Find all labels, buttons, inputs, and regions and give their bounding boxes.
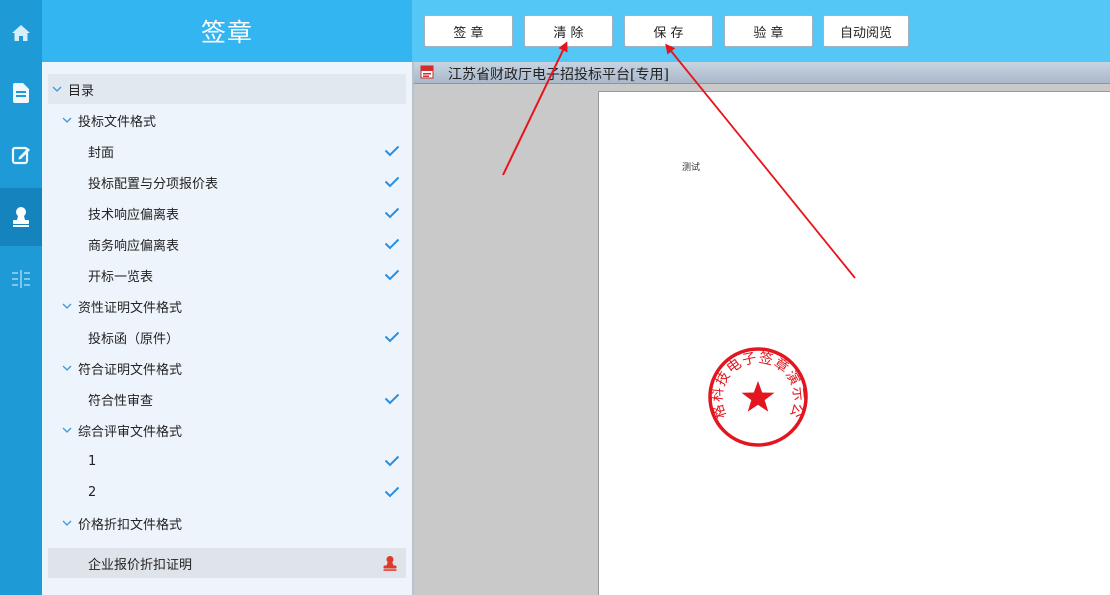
tree-item-2[interactable]: 2 bbox=[48, 477, 406, 507]
tree-item-business-deviation[interactable]: 商务响应偏离表 bbox=[48, 229, 406, 259]
tree-item-1[interactable]: 1 bbox=[48, 446, 406, 476]
tree-node-label: 符合证明文件格式 bbox=[78, 362, 183, 378]
tree-item-label: 投标函（原件） bbox=[88, 331, 180, 347]
pdf-icon bbox=[420, 65, 434, 79]
tree-item-label: 2 bbox=[88, 484, 97, 500]
tree-item-label: 技术响应偏离表 bbox=[88, 207, 180, 223]
tree-item-label: 1 bbox=[88, 453, 97, 469]
tree-item-label: 封面 bbox=[88, 145, 115, 161]
document-icon bbox=[13, 83, 29, 103]
auto-browse-button[interactable]: 自动阅览 bbox=[823, 15, 909, 47]
compare-icon bbox=[12, 270, 30, 288]
document-page[interactable] bbox=[598, 91, 1110, 595]
chevron-down-icon[interactable] bbox=[62, 365, 74, 372]
rail-edit-button[interactable] bbox=[0, 126, 42, 184]
tree-item-label: 企业报价折扣证明 bbox=[88, 557, 193, 573]
verify-button[interactable]: 验 章 bbox=[724, 15, 813, 47]
sign-button[interactable]: 签 章 bbox=[424, 15, 513, 47]
rail-document-button[interactable] bbox=[0, 64, 42, 122]
checkmark-icon bbox=[384, 145, 400, 157]
tree-item-quote-table[interactable]: 投标配置与分项报价表 bbox=[48, 167, 406, 197]
checkmark-icon bbox=[384, 486, 400, 498]
stamp-icon bbox=[382, 555, 398, 571]
rail-home-button[interactable] bbox=[0, 4, 42, 62]
viewer-title: 江苏省财政厅电子招投标平台[专用] bbox=[448, 67, 669, 83]
page-text: 测试 bbox=[682, 163, 701, 173]
tree-item-bid-letter[interactable]: 投标函（原件） bbox=[48, 322, 406, 352]
catalog-tree: 目录 投标文件格式 封面 投标配置与分项报价表 技术响应偏离表 商务响应偏离表 … bbox=[42, 62, 412, 595]
rail-compare-button[interactable] bbox=[0, 250, 42, 308]
tree-node-bid-format[interactable]: 投标文件格式 bbox=[48, 105, 406, 135]
tree-node-label: 投标文件格式 bbox=[78, 114, 157, 130]
chevron-down-icon[interactable] bbox=[62, 117, 74, 124]
home-icon bbox=[12, 25, 30, 41]
edit-icon bbox=[11, 146, 30, 165]
icon-rail bbox=[0, 0, 42, 595]
tree-item-label: 投标配置与分项报价表 bbox=[88, 176, 219, 192]
tree-item-tech-deviation[interactable]: 技术响应偏离表 bbox=[48, 198, 406, 228]
checkmark-icon bbox=[384, 238, 400, 250]
tree-item-compliance-review[interactable]: 符合性审查 bbox=[48, 384, 406, 414]
checkmark-icon bbox=[384, 393, 400, 405]
chevron-down-icon[interactable] bbox=[62, 520, 74, 527]
tree-node-compliance-format[interactable]: 符合证明文件格式 bbox=[48, 353, 406, 383]
panel-header: 签章 bbox=[42, 0, 412, 62]
chevron-down-icon[interactable] bbox=[52, 86, 64, 93]
tree-item-label: 商务响应偏离表 bbox=[88, 238, 180, 254]
checkmark-icon bbox=[384, 207, 400, 219]
tree-node-label: 价格折扣文件格式 bbox=[78, 517, 183, 533]
chevron-down-icon[interactable] bbox=[62, 427, 74, 434]
tree-node-label: 资性证明文件格式 bbox=[78, 300, 183, 316]
checkmark-icon bbox=[384, 331, 400, 343]
toolbar: 签 章 清 除 保 存 验 章 自动阅览 bbox=[412, 0, 1110, 62]
save-button[interactable]: 保 存 bbox=[624, 15, 713, 47]
tree-item-cover[interactable]: 封面 bbox=[48, 136, 406, 166]
stamp-icon bbox=[13, 207, 29, 227]
tree-item-discount-proof[interactable]: 企业报价折扣证明 bbox=[48, 548, 406, 578]
clear-button[interactable]: 清 除 bbox=[524, 15, 613, 47]
checkmark-icon bbox=[384, 176, 400, 188]
checkmark-icon bbox=[384, 269, 400, 281]
svg-text:金格科技电子签章演示公司: 金格科技电子签章演示公司 bbox=[706, 345, 807, 420]
tree-node-label: 综合评审文件格式 bbox=[78, 424, 183, 440]
tree-node-catalog[interactable]: 目录 bbox=[48, 74, 406, 104]
tree-node-evaluation-format[interactable]: 综合评审文件格式 bbox=[48, 415, 406, 445]
tree-node-qualification-format[interactable]: 资性证明文件格式 bbox=[48, 291, 406, 321]
rail-stamp-button[interactable] bbox=[0, 188, 42, 246]
tree-node-label: 目录 bbox=[68, 83, 95, 99]
viewer-title-bar: 江苏省财政厅电子招投标平台[专用] bbox=[412, 62, 1110, 84]
checkmark-icon bbox=[384, 455, 400, 467]
chevron-down-icon[interactable] bbox=[62, 303, 74, 310]
electronic-seal[interactable]: 金格科技电子签章演示公司 bbox=[706, 345, 810, 449]
tree-node-price-discount-format[interactable]: 价格折扣文件格式 bbox=[48, 508, 406, 538]
tree-item-label: 符合性审查 bbox=[88, 393, 154, 409]
tree-item-opening-list[interactable]: 开标一览表 bbox=[48, 260, 406, 290]
panel-title: 签章 bbox=[200, 18, 253, 47]
tree-item-label: 开标一览表 bbox=[88, 269, 154, 285]
